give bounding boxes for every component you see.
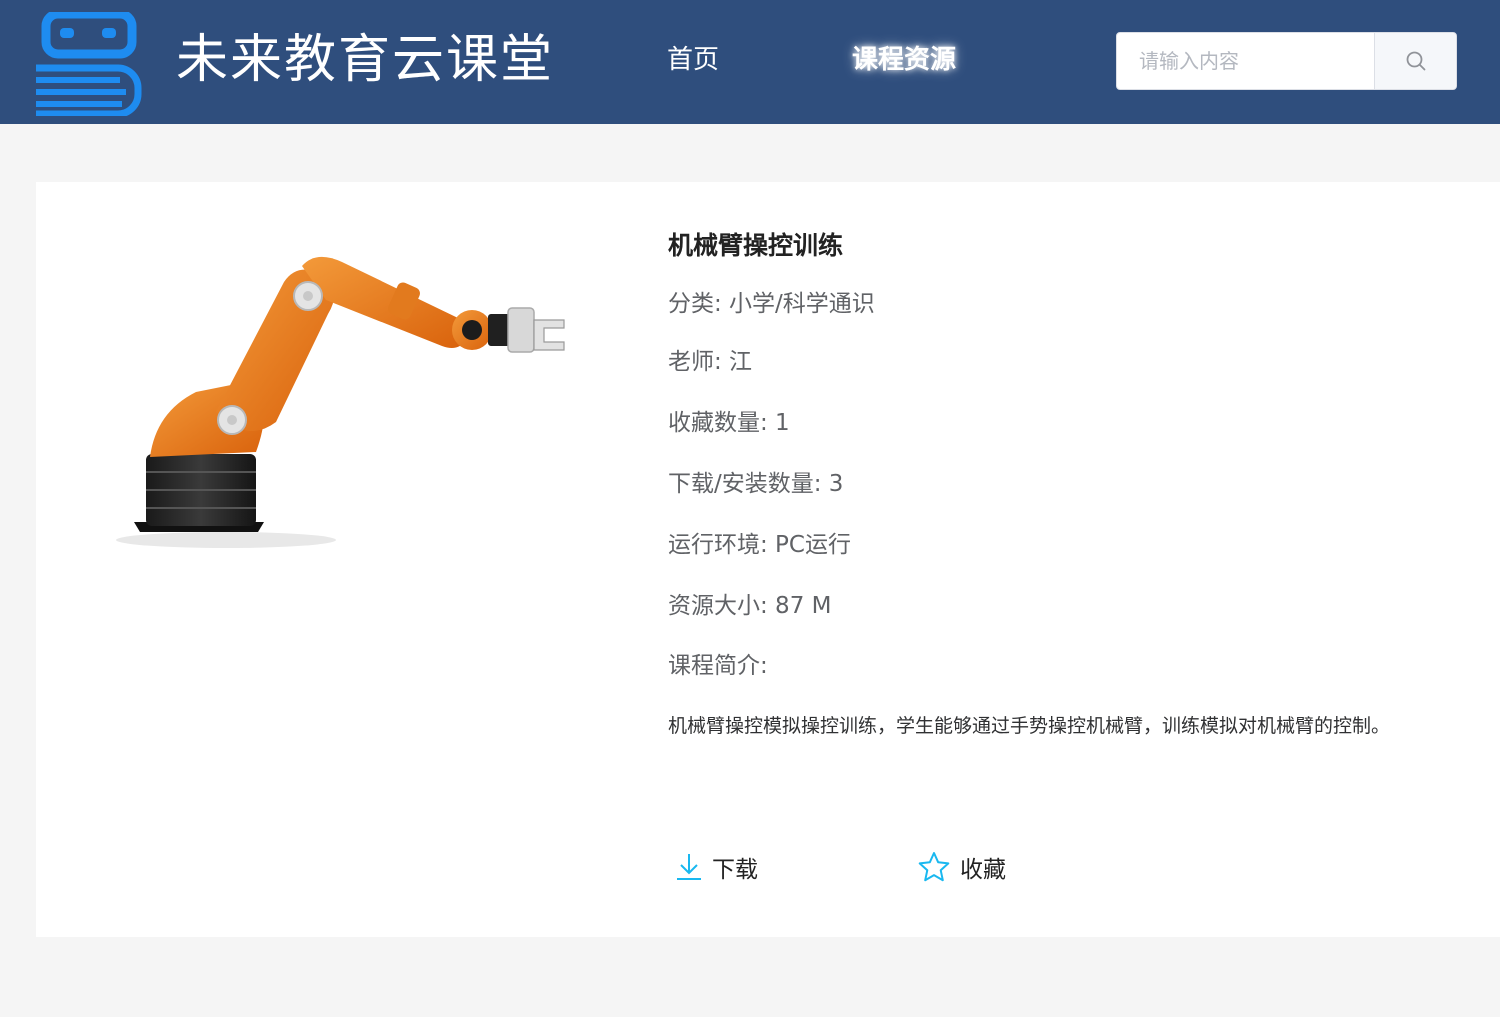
favorite-count: 收藏数量: 1 xyxy=(668,410,790,436)
download-button[interactable]: 下载 xyxy=(676,850,758,884)
course-category: 分类: 小学/科学通识 xyxy=(668,291,875,317)
star-icon xyxy=(918,852,950,882)
course-description: 机械臂操控模拟操控训练，学生能够通过手势操控机械臂，训练模拟对机械臂的控制。 xyxy=(668,715,1391,737)
search-button[interactable] xyxy=(1374,33,1456,89)
nav-home[interactable]: 首页 xyxy=(667,40,719,80)
robot-arm-image xyxy=(116,256,565,548)
download-icon xyxy=(677,854,701,880)
course-title: 机械臂操控训练 xyxy=(668,231,844,260)
favorite-button[interactable]: 收藏 xyxy=(918,850,1006,884)
search-icon xyxy=(1406,51,1425,71)
course-teacher: 老师: 江 xyxy=(668,349,753,375)
favorite-label: 收藏 xyxy=(960,857,1006,883)
resource-size: 资源大小: 87 M xyxy=(668,593,832,619)
search-input[interactable] xyxy=(1117,33,1373,89)
nav-course-resources[interactable]: 课程资源 xyxy=(852,40,956,80)
intro-label: 课程简介: xyxy=(668,653,768,679)
download-label: 下载 xyxy=(712,857,758,883)
site-title: 未来教育云课堂 xyxy=(176,30,555,90)
search-box xyxy=(1116,32,1457,90)
download-count: 下载/安装数量: 3 xyxy=(668,471,844,497)
runtime-environment: 运行环境: PC运行 xyxy=(668,532,851,558)
logo-icon[interactable] xyxy=(34,12,148,116)
course-detail-card: 机械臂操控训练 分类: 小学/科学通识 老师: 江 收藏数量: 1 下载/安装数… xyxy=(36,182,1500,937)
top-header: 未来教育云课堂 首页 课程资源 xyxy=(0,0,1500,124)
